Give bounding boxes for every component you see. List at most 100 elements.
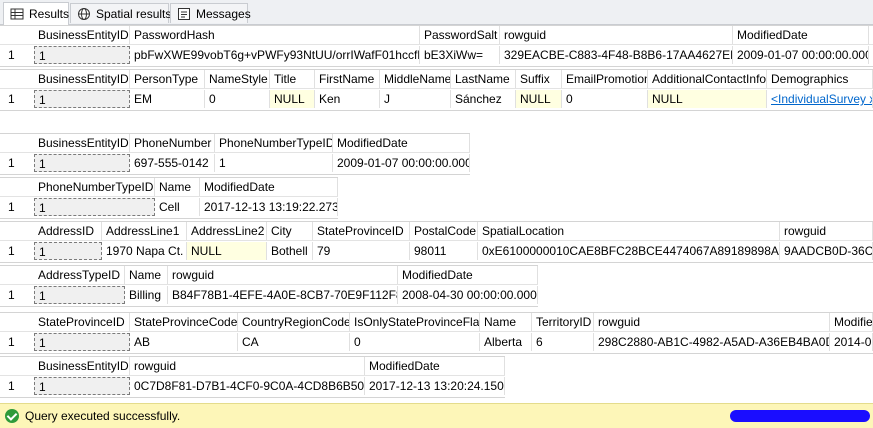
selected-cell[interactable]: 1 — [34, 333, 130, 351]
column-header[interactable]: ModifiedDate — [398, 266, 538, 284]
row-number[interactable]: 1 — [0, 333, 34, 351]
grid-cell[interactable]: 0 — [205, 90, 270, 108]
column-header[interactable]: PasswordSalt — [420, 26, 500, 44]
column-header[interactable]: Modifie — [830, 313, 873, 331]
column-header[interactable]: rowguid — [780, 222, 873, 240]
grid-cell[interactable]: 0C7D8F81-D7B1-4CF0-9C0A-4CD8B6B50087 — [130, 377, 365, 395]
column-header[interactable]: AdditionalContactInfo — [648, 70, 767, 88]
grid-cell[interactable]: 0 — [562, 90, 648, 108]
column-header[interactable]: IsOnlyStateProvinceFlag — [350, 313, 480, 331]
selected-cell[interactable]: 1 — [34, 90, 130, 108]
result-grid[interactable]: PhoneNumberTypeID Name ModifiedDate 1 1 Cell 2… — [0, 177, 338, 219]
column-header[interactable]: Suffix — [516, 70, 562, 88]
column-header[interactable]: EmailPromotion — [562, 70, 648, 88]
tab-messages[interactable]: Messages — [170, 3, 251, 23]
grid-cell[interactable]: NULL — [270, 90, 315, 108]
column-header[interactable]: LastName — [451, 70, 516, 88]
column-header[interactable]: AddressLine2 — [187, 222, 267, 240]
grid-cell[interactable]: NULL — [187, 242, 267, 260]
table-row[interactable]: 1 1 697-555-0142 1 2009-01-07 00:00:00.000 — [0, 154, 470, 172]
column-header[interactable]: rowguid — [130, 357, 365, 375]
grid-cell[interactable]: 2008-04-30 00:00:00.000 — [398, 286, 538, 304]
column-header[interactable]: PasswordHash — [130, 26, 420, 44]
table-row[interactable]: 1 1 Cell 2017-12-13 13:19:22.273 — [0, 198, 338, 216]
grid-cell[interactable]: 9AADCB0D-36CF — [780, 242, 873, 260]
grid-cell[interactable]: CA — [238, 333, 350, 351]
grid-cell[interactable]: <IndividualSurvey xm — [767, 90, 873, 108]
table-row[interactable]: 1 1 EM 0 NULL Ken J Sánchez NULL 0 NULL <Individual… — [0, 90, 873, 108]
table-row[interactable]: 1 1 pbFwXWE99vobT6g+vPWFy93NtUU/orrIWafF01… — [0, 46, 873, 64]
selected-cell[interactable]: 1 — [34, 198, 155, 216]
column-header[interactable]: Name — [155, 178, 200, 196]
grid-cell[interactable]: pbFwXWE99vobT6g+vPWFy93NtUU/orrIWafF01hc… — [130, 46, 420, 64]
row-number[interactable]: 1 — [0, 242, 34, 260]
grid-cell[interactable]: NULL — [516, 90, 562, 108]
result-grid[interactable]: BusinessEntityID PersonType NameStyle Title… — [0, 69, 873, 111]
column-header[interactable]: BusinessEntityID — [34, 134, 130, 152]
selected-cell[interactable]: 1 — [34, 377, 130, 395]
table-row[interactable]: 1 1 AB CA 0 Alberta 6 298C2880-AB1C-4982-A5AD-A… — [0, 333, 873, 351]
column-header[interactable]: BusinessEntityID — [34, 26, 130, 44]
column-header[interactable]: TerritoryID — [532, 313, 594, 331]
column-header[interactable]: Demographics — [767, 70, 873, 88]
grid-cell[interactable]: 0 — [350, 333, 480, 351]
row-number[interactable]: 1 — [0, 90, 34, 108]
column-header[interactable]: PersonType — [130, 70, 205, 88]
column-header[interactable]: AddressLine1 — [102, 222, 187, 240]
result-grid[interactable]: AddressID AddressLine1 AddressLine2 City Sta… — [0, 221, 873, 263]
grid-cell[interactable]: 2014-0 — [830, 333, 873, 351]
column-header[interactable]: Name — [480, 313, 532, 331]
grid-cell[interactable]: B84F78B1-4EFE-4A0E-8CB7-70E9F112F886 — [168, 286, 398, 304]
grid-cell[interactable]: 2017-12-13 13:19:22.273 — [200, 198, 338, 216]
column-header[interactable]: rowguid — [594, 313, 830, 331]
grid-cell[interactable]: 298C2880-AB1C-4982-A5AD-A36EB4BA0D34 — [594, 333, 830, 351]
column-header[interactable]: PhoneNumberTypeID — [215, 134, 333, 152]
column-header[interactable]: City — [267, 222, 313, 240]
grid-cell[interactable]: 0xE6100000010CAE8BFC28BCE4474067A8918989… — [478, 242, 780, 260]
row-number[interactable]: 1 — [0, 46, 34, 64]
result-grid[interactable]: BusinessEntityID PasswordHash PasswordSalt… — [0, 25, 873, 67]
column-header[interactable]: AddressID — [34, 222, 102, 240]
tab-results[interactable]: Results — [3, 2, 69, 25]
xml-link[interactable]: <IndividualSurvey xm — [771, 92, 872, 106]
grid-cell[interactable]: Billing — [125, 286, 168, 304]
column-header[interactable]: rowguid — [168, 266, 398, 284]
grid-cell[interactable]: J — [380, 90, 451, 108]
grid-cell[interactable]: NULL — [648, 90, 767, 108]
grid-cell[interactable]: AB — [130, 333, 238, 351]
grid-cell[interactable]: 1970 Napa Ct. — [102, 242, 187, 260]
tab-spatial-results[interactable]: Spatial results — [70, 3, 171, 23]
result-grid[interactable]: BusinessEntityID rowguid ModifiedDate 1 1 0C7… — [0, 356, 505, 398]
grid-cell[interactable]: 1 — [215, 154, 333, 172]
column-header[interactable]: CountryRegionCode — [238, 313, 350, 331]
row-number[interactable]: 1 — [0, 377, 34, 395]
result-grid[interactable]: StateProvinceID StateProvinceCode CountryR… — [0, 312, 873, 354]
grid-cell[interactable]: 697-555-0142 — [130, 154, 215, 172]
column-header[interactable]: ModifiedDate — [733, 26, 869, 44]
column-header[interactable]: BusinessEntityID — [34, 357, 130, 375]
column-header[interactable]: ModifiedDate — [200, 178, 338, 196]
grid-cell[interactable]: Bothell — [267, 242, 313, 260]
row-number[interactable]: 1 — [0, 198, 34, 216]
selected-cell[interactable]: 1 — [34, 286, 125, 304]
selected-cell[interactable]: 1 — [34, 46, 130, 64]
column-header[interactable]: MiddleName — [380, 70, 451, 88]
column-header[interactable]: Name — [125, 266, 168, 284]
table-row[interactable]: 1 1 0C7D8F81-D7B1-4CF0-9C0A-4CD8B6B50087 20… — [0, 377, 505, 395]
column-header[interactable]: ModifiedDate — [365, 357, 505, 375]
row-number[interactable]: 1 — [0, 286, 34, 304]
selected-cell[interactable]: 1 — [34, 154, 130, 172]
grid-cell[interactable]: Ken — [315, 90, 380, 108]
table-row[interactable]: 1 1 Billing B84F78B1-4EFE-4A0E-8CB7-70E9F11… — [0, 286, 538, 304]
grid-cell[interactable]: Cell — [155, 198, 200, 216]
column-header[interactable]: Title — [270, 70, 315, 88]
result-grid[interactable]: BusinessEntityID PhoneNumber PhoneNumberTy… — [0, 133, 470, 175]
column-header[interactable]: AddressTypeID — [34, 266, 125, 284]
grid-cell[interactable]: 2009-01-07 00:00:00.000 — [333, 154, 470, 172]
grid-cell[interactable]: Sánchez — [451, 90, 516, 108]
selected-cell[interactable]: 1 — [34, 242, 102, 260]
grid-cell[interactable]: 79 — [313, 242, 410, 260]
column-header[interactable]: PhoneNumberTypeID — [34, 178, 155, 196]
table-row[interactable]: 1 1 1970 Napa Ct. NULL Bothell 79 98011 0xE6100… — [0, 242, 873, 260]
grid-cell[interactable]: 6 — [532, 333, 594, 351]
